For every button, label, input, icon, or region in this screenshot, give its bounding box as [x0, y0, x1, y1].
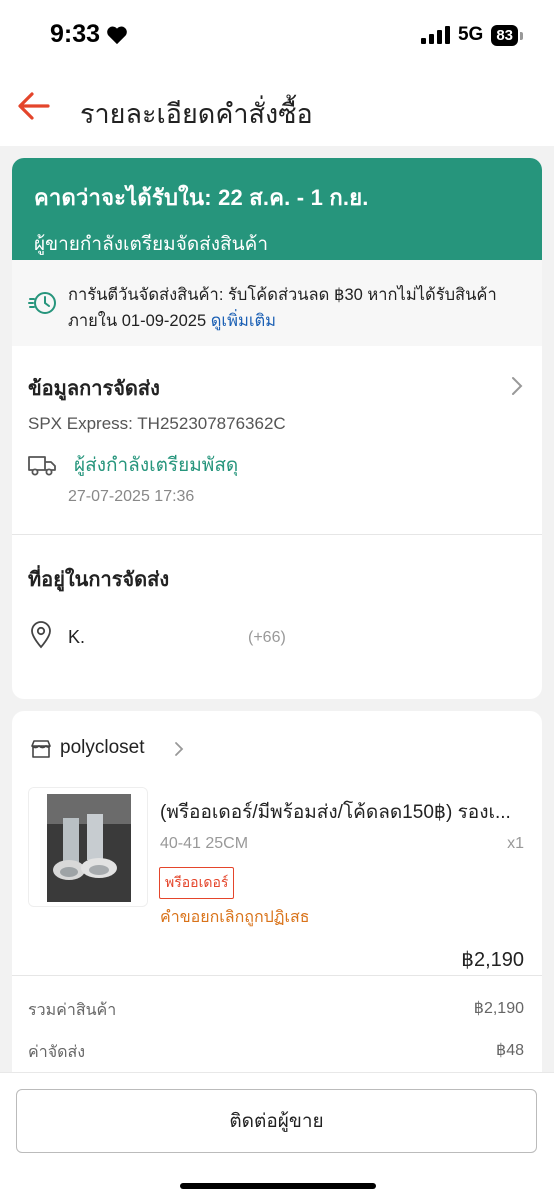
status-indicators: 5G 83 — [420, 24, 523, 46]
order-info-card: คาดว่าจะได้รับใน: 22 ส.ค. - 1 ก.ย. ผู้ขา… — [12, 158, 542, 699]
total-label: ค่าจัดส่ง — [28, 1044, 86, 1061]
shipping-address-section: ที่อยู่ในการจัดส่ง K. (+66) — [12, 535, 542, 699]
cancel-request-status: คำขอยกเลิกถูกปฏิเสธ — [160, 909, 310, 926]
app-header: รายละเอียดคำสั่งซื้อ — [0, 72, 554, 146]
status-bar: 9:33 5G 83 — [0, 0, 554, 72]
signal-icon — [420, 26, 450, 44]
shipping-address-title: ที่อยู่ในการจัดส่ง — [28, 569, 170, 591]
see-more-link[interactable]: ดูเพิ่มเติม — [211, 312, 276, 330]
chevron-right-icon — [175, 742, 184, 756]
home-indicator — [180, 1183, 376, 1189]
delivery-estimate-title: คาดว่าจะได้รับใน: 22 ส.ค. - 1 ก.ย. — [34, 185, 369, 210]
shipping-status: ผู้ส่งกำลังเตรียมพัสดุ — [74, 455, 239, 476]
heart-icon — [107, 26, 127, 44]
status-time-wrap: 9:33 — [50, 20, 128, 49]
shipping-timestamp: 27-07-2025 17:36 — [68, 488, 195, 505]
product-price: ฿2,190 — [461, 949, 524, 971]
network-label: 5G — [457, 24, 484, 45]
product-variant: 40-41 25CM — [160, 835, 249, 852]
total-row: รวมค่าสินค้า ฿2,190 — [12, 988, 542, 1030]
shop-order-card: polycloset (พรีออเดอร์/มีพร้อมส่ง/โค้ดลด… — [12, 711, 542, 1091]
chevron-right-icon — [512, 377, 523, 395]
status-time: 9:33 — [50, 20, 101, 48]
guarantee-text-line2: ภายใน 01-09-2025 — [68, 312, 211, 330]
product-title: (พรีออเดอร์/มีพร้อมส่ง/โค้ดลด150฿) รองเ.… — [160, 802, 511, 823]
total-value: ฿2,190 — [473, 1000, 524, 1017]
total-value: ฿48 — [496, 1042, 524, 1059]
shipping-info-title: ข้อมูลการจัดส่ง — [28, 378, 160, 400]
order-totals: รวมค่าสินค้า ฿2,190 ค่าจัดส่ง ฿48 — [12, 988, 542, 1072]
tracking-number: SPX Express: TH252307876362C — [28, 414, 286, 433]
total-label: รวมค่าสินค้า — [28, 1002, 117, 1019]
product-quantity: x1 — [507, 835, 524, 852]
truck-icon — [28, 456, 56, 476]
shop-name: polycloset — [60, 737, 145, 758]
recipient-name: K. — [68, 627, 86, 647]
preorder-badge: พรีออเดอร์ — [159, 867, 235, 899]
delivery-estimate-subtitle: ผู้ขายกำลังเตรียมจัดส่งสินค้า — [34, 234, 269, 255]
product-image[interactable] — [28, 787, 148, 907]
guarantee-text-line2-wrap: ภายใน 01-09-2025 ดูเพิ่มเติม — [68, 308, 520, 334]
page-title: รายละเอียดคำสั่งซื้อ — [80, 99, 313, 129]
location-pin-icon — [31, 621, 51, 649]
product-photo-icon — [29, 788, 147, 906]
delivery-estimate-banner: คาดว่าจะได้รับใน: 22 ส.ค. - 1 ก.ย. ผู้ขา… — [12, 158, 542, 260]
guarantee-text-line1: การันตีวันจัดส่งสินค้า: รับโค้ดส่วนลด ฿3… — [68, 286, 497, 304]
shop-header[interactable]: polycloset — [12, 711, 542, 787]
product-item[interactable]: (พรีออเดอร์/มีพร้อมส่ง/โค้ดลด150฿) รองเ.… — [12, 787, 542, 975]
total-row: ค่าจัดส่ง ฿48 — [12, 1030, 542, 1072]
recipient-phone: (+66) — [248, 629, 286, 646]
shipping-info-section[interactable]: ข้อมูลการจัดส่ง SPX Express: TH252307876… — [12, 346, 542, 534]
battery-icon: 83 — [491, 24, 523, 46]
bottom-action-bar: ติดต่อผู้ขาย — [0, 1072, 554, 1200]
divider — [12, 975, 542, 976]
back-arrow-icon[interactable] — [14, 86, 54, 126]
delivery-guarantee: การันตีวันจัดส่งสินค้า: รับโค้ดส่วนลด ฿3… — [12, 260, 542, 346]
fast-clock-icon — [28, 292, 56, 314]
contact-seller-button[interactable]: ติดต่อผู้ขาย — [16, 1089, 537, 1153]
shop-icon — [31, 740, 51, 758]
